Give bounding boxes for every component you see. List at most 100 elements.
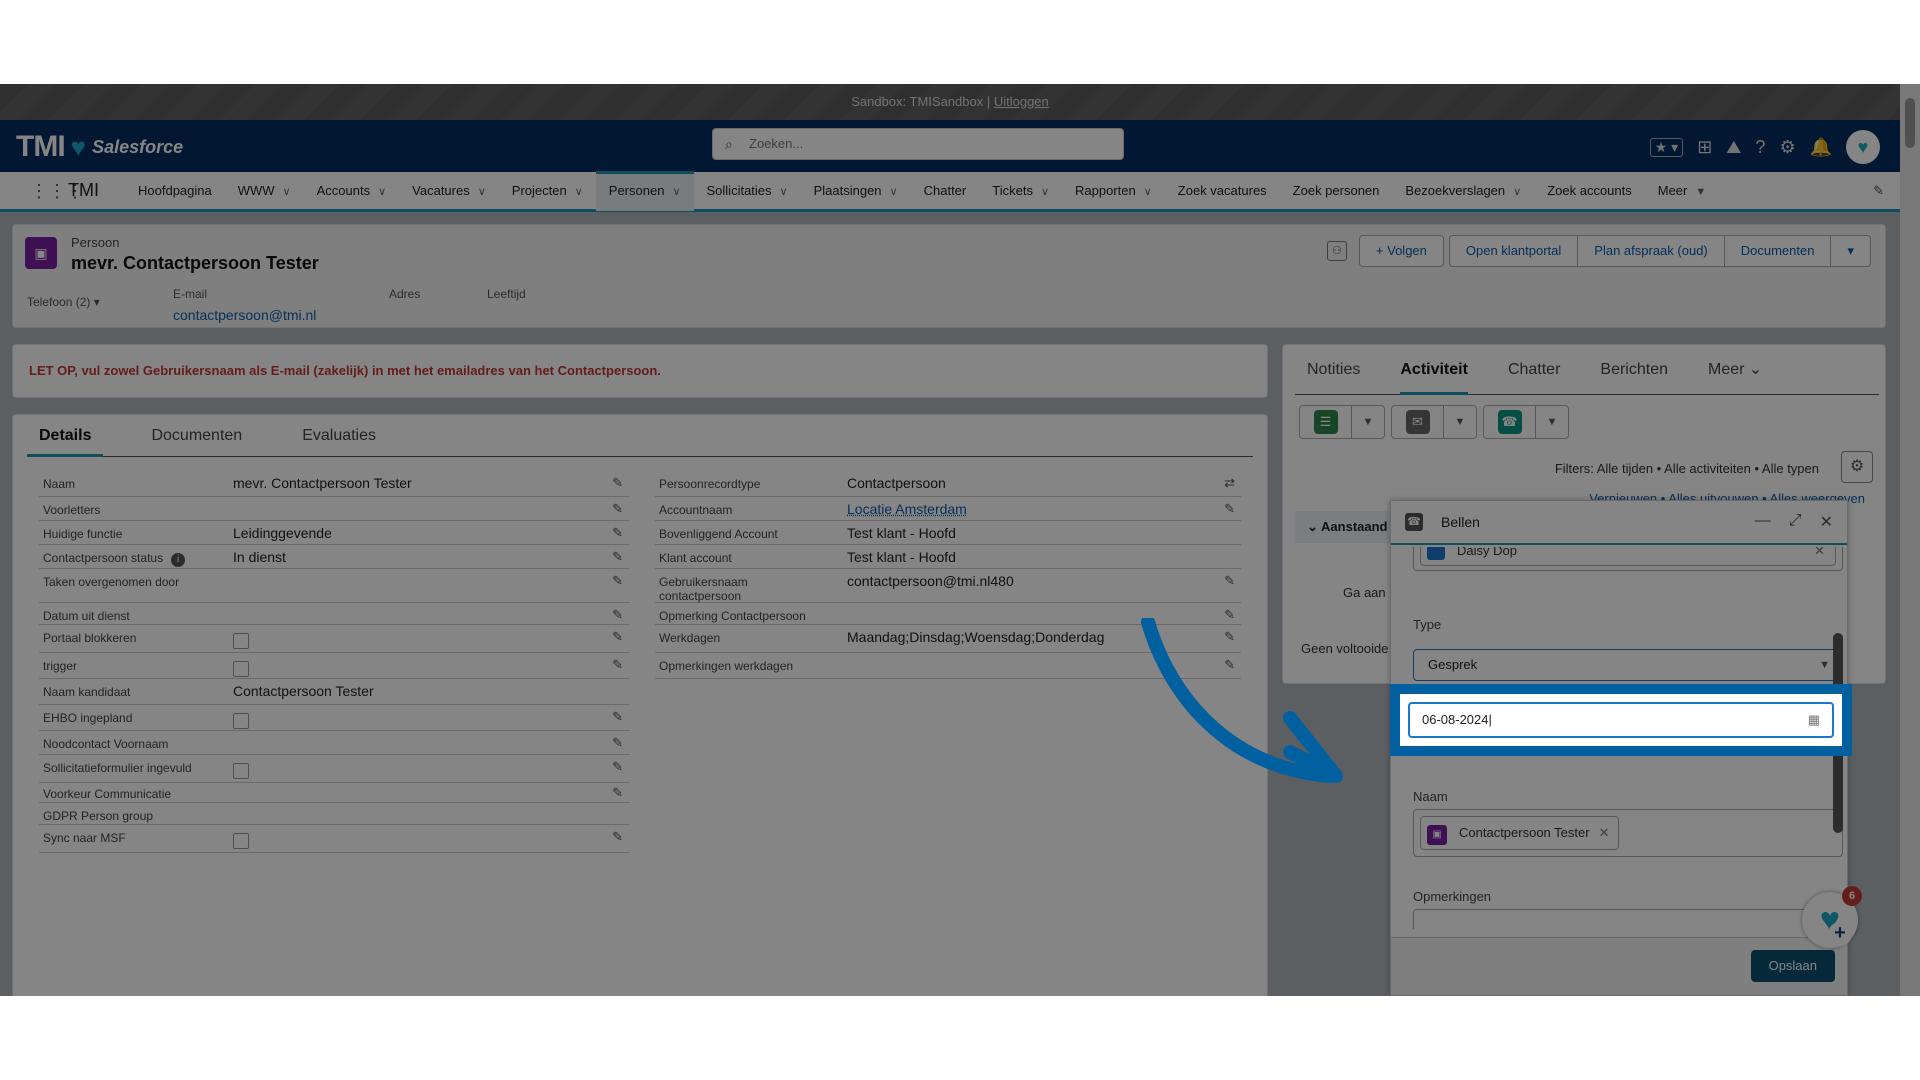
user-avatar[interactable]: ♥ [1846,130,1880,164]
edit-pencil-icon[interactable]: ✎ [612,607,623,623]
favorites-icon[interactable]: ★ ▾ [1649,137,1684,157]
help-icon[interactable]: ? [1755,137,1765,158]
chevron-down-icon[interactable]: ∨ [672,186,680,198]
tab-meer[interactable]: Meer ⌄ [1708,355,1762,395]
chevron-down-icon[interactable]: ∨ [283,186,291,198]
plan-afspraak-button[interactable]: Plan afspraak (oud) [1577,235,1725,267]
field-value: In dienst [233,549,286,565]
log-call-button[interactable]: ☎ ▼ [1483,405,1569,439]
nav-item-tickets[interactable]: Tickets ∨ [979,171,1062,211]
dock-scrollbar[interactable] [1833,603,1843,929]
edit-pencil-icon[interactable]: ✎ [612,549,623,565]
nav-item-personen[interactable]: Personen ∨ [595,170,694,211]
chevron-down-icon[interactable]: ∨ [1513,186,1521,198]
nav-item-vacatures[interactable]: Vacatures ∨ [399,171,499,211]
new-email-button[interactable]: ✉ ▼ [1391,405,1477,439]
edit-pencil-icon[interactable]: ✎ [612,759,623,775]
tab-activiteit[interactable]: Activiteit [1400,355,1468,395]
new-task-button[interactable]: ☰ ▼ [1299,405,1385,439]
minimize-icon[interactable]: — [1755,512,1771,532]
edit-pencil-icon[interactable]: ✎ [612,829,623,845]
add-icon[interactable]: ⊞ [1697,137,1712,158]
nav-item-projecten[interactable]: Projecten ∨ [499,171,596,211]
name-lookup-field[interactable]: ▣ Contactpersoon Tester ✕ [1413,809,1843,857]
field-label: Sync naar MSF [43,831,126,845]
edit-pencil-icon[interactable]: ✎ [612,501,623,517]
email-link[interactable]: contactpersoon@tmi.nl [173,307,316,323]
nav-item-rapporten[interactable]: Rapporten ∨ [1062,171,1165,211]
tab-documenten[interactable]: Documenten [139,427,254,457]
tmi-helper-fab[interactable]: ♥ +6 [1802,886,1862,948]
edit-pencil-icon[interactable]: ✎ [612,525,623,541]
info-icon[interactable]: i [171,553,186,567]
nav-item-zoek-vacatures[interactable]: Zoek vacatures [1165,171,1280,211]
close-icon[interactable]: ✕ [1820,512,1833,532]
settings-gear-icon[interactable]: ⚙ [1779,137,1795,158]
due-date-input[interactable]: 06-08-2024| ▦ [1408,702,1834,738]
tab-details[interactable]: Details [27,427,104,457]
edit-pencil-icon[interactable]: ✎ [612,709,623,725]
documenten-button[interactable]: Documenten [1723,235,1832,267]
open-klantportal-button[interactable]: Open klantportal [1448,235,1579,267]
nav-item-bezoekverslagen[interactable]: Bezoekverslagen ∨ [1392,171,1534,211]
tab-notities[interactable]: Notities [1307,355,1360,395]
edit-pencil-icon[interactable]: ✎ [612,735,623,751]
assigned-to-field[interactable]: 👤 Daisy Dop ✕ [1413,547,1843,571]
nav-item-meer[interactable]: Meer ▼ [1645,171,1720,211]
nav-item-zoek-accounts[interactable]: Zoek accounts [1534,171,1645,211]
field-value[interactable]: Locatie Amsterdam [847,501,967,517]
nav-item-www[interactable]: WWW ∨ [225,171,304,211]
logout-link[interactable]: Uitloggen [994,94,1049,109]
edit-nav-pencil-icon[interactable]: ✎ [1873,183,1884,199]
chevron-down-icon[interactable]: ∨ [1041,186,1049,198]
edit-pencil-icon[interactable]: ✎ [1224,501,1235,517]
follow-button[interactable]: + Volgen [1358,235,1444,267]
nav-item-plaatsingen[interactable]: Plaatsingen ∨ [801,171,911,211]
field-label: Gebruikersnaam contactpersoon [659,575,748,603]
edit-pencil-icon[interactable]: ✎ [612,657,623,673]
nav-item-label: Zoek accounts [1547,182,1632,198]
edit-pencil-icon[interactable]: ✎ [1224,573,1235,589]
remarks-textarea[interactable] [1413,909,1843,929]
nav-item-zoek-personen[interactable]: Zoek personen [1280,171,1393,211]
nav-item-sollicitaties[interactable]: Sollicitaties ∨ [694,171,801,211]
calendar-icon: ▦ [1807,712,1820,727]
expand-icon[interactable]: ⤢ [1789,512,1802,532]
edit-pencil-icon[interactable]: ✎ [612,785,623,801]
chevron-down-icon[interactable]: ∨ [780,186,788,198]
app-launcher-icon[interactable]: ⋮⋮⋮ [30,180,84,202]
change-record-type-icon[interactable]: ⇄ [1224,475,1235,491]
trailhead-icon[interactable]: ⛰ [1726,137,1741,158]
chevron-down-icon[interactable]: ∨ [378,186,386,198]
chevron-down-icon[interactable]: ▼ [1695,186,1706,198]
phone-icon: ☎ [1405,513,1423,531]
tab-berichten[interactable]: Berichten [1600,355,1668,395]
tab-evaluaties[interactable]: Evaluaties [290,427,388,457]
edit-pencil-icon[interactable]: ✎ [612,475,623,491]
hierarchy-icon[interactable]: ⚇ [1326,241,1347,261]
filter-gear-icon[interactable]: ⚙ [1841,451,1873,483]
nav-item-hoofdpagina[interactable]: Hoofdpagina [125,171,225,211]
page-scrollbar[interactable] [1900,84,1920,996]
logo[interactable]: TMI ♥ Salesforce [16,130,183,164]
nav-item-label: Projecten [511,182,567,198]
details-tabs: Details Documenten Evaluaties [27,427,1253,457]
save-button[interactable]: Opslaan [1750,950,1835,982]
notifications-bell-icon[interactable]: 🔔 [1810,137,1832,158]
phone-dropdown[interactable]: Telefoon (2) ▾ [27,295,100,309]
chevron-down-icon[interactable]: ∨ [575,186,583,198]
type-select[interactable]: Gesprek ▼ [1413,649,1843,681]
global-search-input[interactable]: ⌕ Zoeken... [712,128,1124,160]
chevron-down-icon[interactable]: ∨ [478,186,486,198]
nav-item-accounts[interactable]: Accounts ∨ [304,171,400,211]
type-label: Type [1413,617,1442,632]
more-actions-chevron-down-icon[interactable]: ▾ [1830,235,1871,267]
field-persoonrecordtype: Persoonrecordtype Contactpersoon ⇄ [655,471,1241,497]
edit-pencil-icon[interactable]: ✎ [612,629,623,645]
nav-item-chatter[interactable]: Chatter [911,171,980,211]
edit-pencil-icon[interactable]: ✎ [612,573,623,589]
chevron-down-icon[interactable]: ∨ [1144,186,1152,198]
tab-chatter[interactable]: Chatter [1508,355,1560,395]
field-value: Test klant - Hoofd [847,549,956,565]
chevron-down-icon[interactable]: ∨ [890,186,898,198]
